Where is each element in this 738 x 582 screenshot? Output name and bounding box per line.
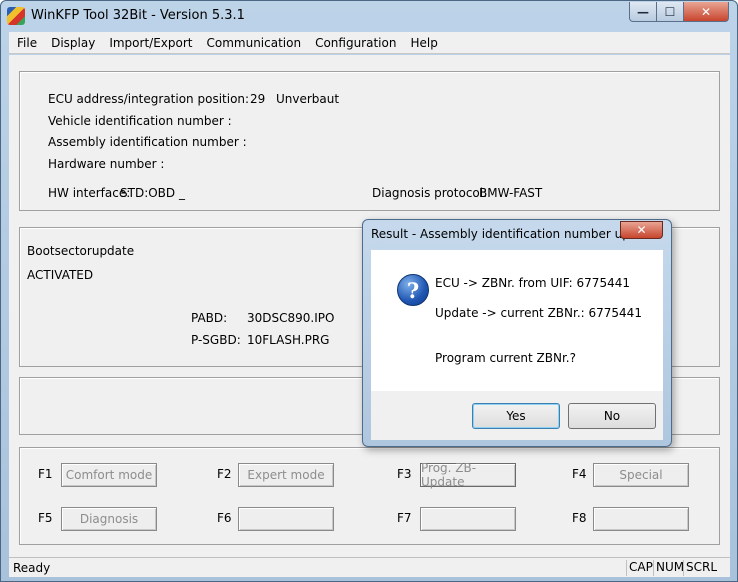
f5-key-label: F5 — [38, 511, 53, 525]
minimize-button[interactable]: — — [629, 2, 657, 22]
menu-communication[interactable]: Communication — [206, 36, 301, 50]
bootsector-title: Bootsectorupdate — [27, 244, 135, 258]
dialog-line-ecu: ECU -> ZBNr. from UIF: 6775441 — [435, 276, 630, 290]
menu-display[interactable]: Display — [51, 36, 95, 50]
dialog-line-update: Update -> current ZBNr.: 6775441 — [435, 306, 642, 320]
f6-button[interactable] — [238, 507, 334, 531]
f7-button[interactable] — [420, 507, 516, 531]
ecu-address-value: 29 — [250, 92, 266, 106]
maximize-button[interactable]: ☐ — [656, 2, 684, 22]
status-bar: Ready CAP NUM SCRL — [9, 557, 730, 577]
main-window: WinKFP Tool 32Bit - Version 5.3.1 — ☐ ✕ … — [0, 0, 738, 582]
dialog-title: Result - Assembly identification number … — [371, 227, 649, 241]
menu-bar: File Display Import/Export Communication… — [9, 32, 730, 54]
status-scrl: SCRL — [683, 560, 719, 576]
menu-help[interactable]: Help — [410, 36, 437, 50]
prog-zb-update-button[interactable]: Prog. ZB-Update — [420, 461, 516, 489]
f8-button[interactable] — [593, 507, 689, 531]
title-bar[interactable]: WinKFP Tool 32Bit - Version 5.3.1 — ☐ ✕ — [1, 1, 737, 31]
result-dialog: Result - Assembly identification number … — [362, 219, 672, 447]
no-button[interactable]: No — [568, 403, 656, 429]
close-button[interactable]: ✕ — [683, 2, 729, 22]
dialog-footer: Yes No — [371, 391, 663, 440]
hw-interface-label: HW interface: — [48, 186, 131, 200]
diagnosis-protocol-value: BMW-FAST — [479, 186, 543, 200]
app-icon — [7, 7, 25, 25]
diagnosis-protocol-label: Diagnosis protocol: — [372, 186, 488, 200]
psgbd-label: P-SGBD: — [191, 333, 241, 347]
menu-import-export[interactable]: Import/Export — [109, 36, 192, 50]
pabd-value: 30DSC890.IPO — [247, 311, 335, 325]
ecu-address-label: ECU address/integration position: — [48, 92, 250, 106]
hardware-number-label: Hardware number : — [48, 157, 165, 171]
f2-key-label: F2 — [217, 467, 232, 481]
ecu-info-group: ECU address/integration position: 29 Unv… — [19, 71, 720, 211]
assembly-id-label: Assembly identification number : — [48, 135, 247, 149]
f4-key-label: F4 — [572, 467, 587, 481]
f7-key-label: F7 — [397, 511, 412, 525]
menu-file[interactable]: File — [17, 36, 37, 50]
dialog-body: ? ECU -> ZBNr. from UIF: 6775441 Update … — [371, 250, 663, 391]
diagnosis-button[interactable]: Diagnosis — [61, 507, 157, 531]
ecu-status-value: Unverbaut — [276, 92, 340, 106]
f8-key-label: F8 — [572, 511, 587, 525]
status-num: NUM — [653, 560, 686, 576]
function-keys-group: F1 Comfort mode F2 Expert mode F3 Prog. … — [19, 447, 720, 545]
psgbd-value: 10FLASH.PRG — [247, 333, 330, 347]
vin-label: Vehicle identification number : — [48, 114, 232, 128]
dialog-close-button[interactable]: ✕ — [620, 221, 663, 239]
status-text: Ready — [13, 561, 51, 575]
expert-mode-button[interactable]: Expert mode — [238, 463, 334, 487]
bootsector-status: ACTIVATED — [27, 268, 94, 282]
dialog-line-question: Program current ZBNr.? — [435, 351, 576, 365]
comfort-mode-button[interactable]: Comfort mode — [61, 463, 157, 487]
window-title: WinKFP Tool 32Bit - Version 5.3.1 — [31, 8, 245, 23]
f1-key-label: F1 — [38, 467, 53, 481]
special-button[interactable]: Special — [593, 463, 689, 487]
pabd-label: PABD: — [191, 311, 228, 325]
f6-key-label: F6 — [217, 511, 232, 525]
yes-button[interactable]: Yes — [472, 403, 560, 429]
question-icon: ? — [397, 274, 429, 306]
status-cap: CAP — [626, 560, 655, 576]
menu-configuration[interactable]: Configuration — [315, 36, 396, 50]
hw-interface-value: STD:OBD _ — [120, 186, 185, 200]
f3-key-label: F3 — [397, 467, 412, 481]
